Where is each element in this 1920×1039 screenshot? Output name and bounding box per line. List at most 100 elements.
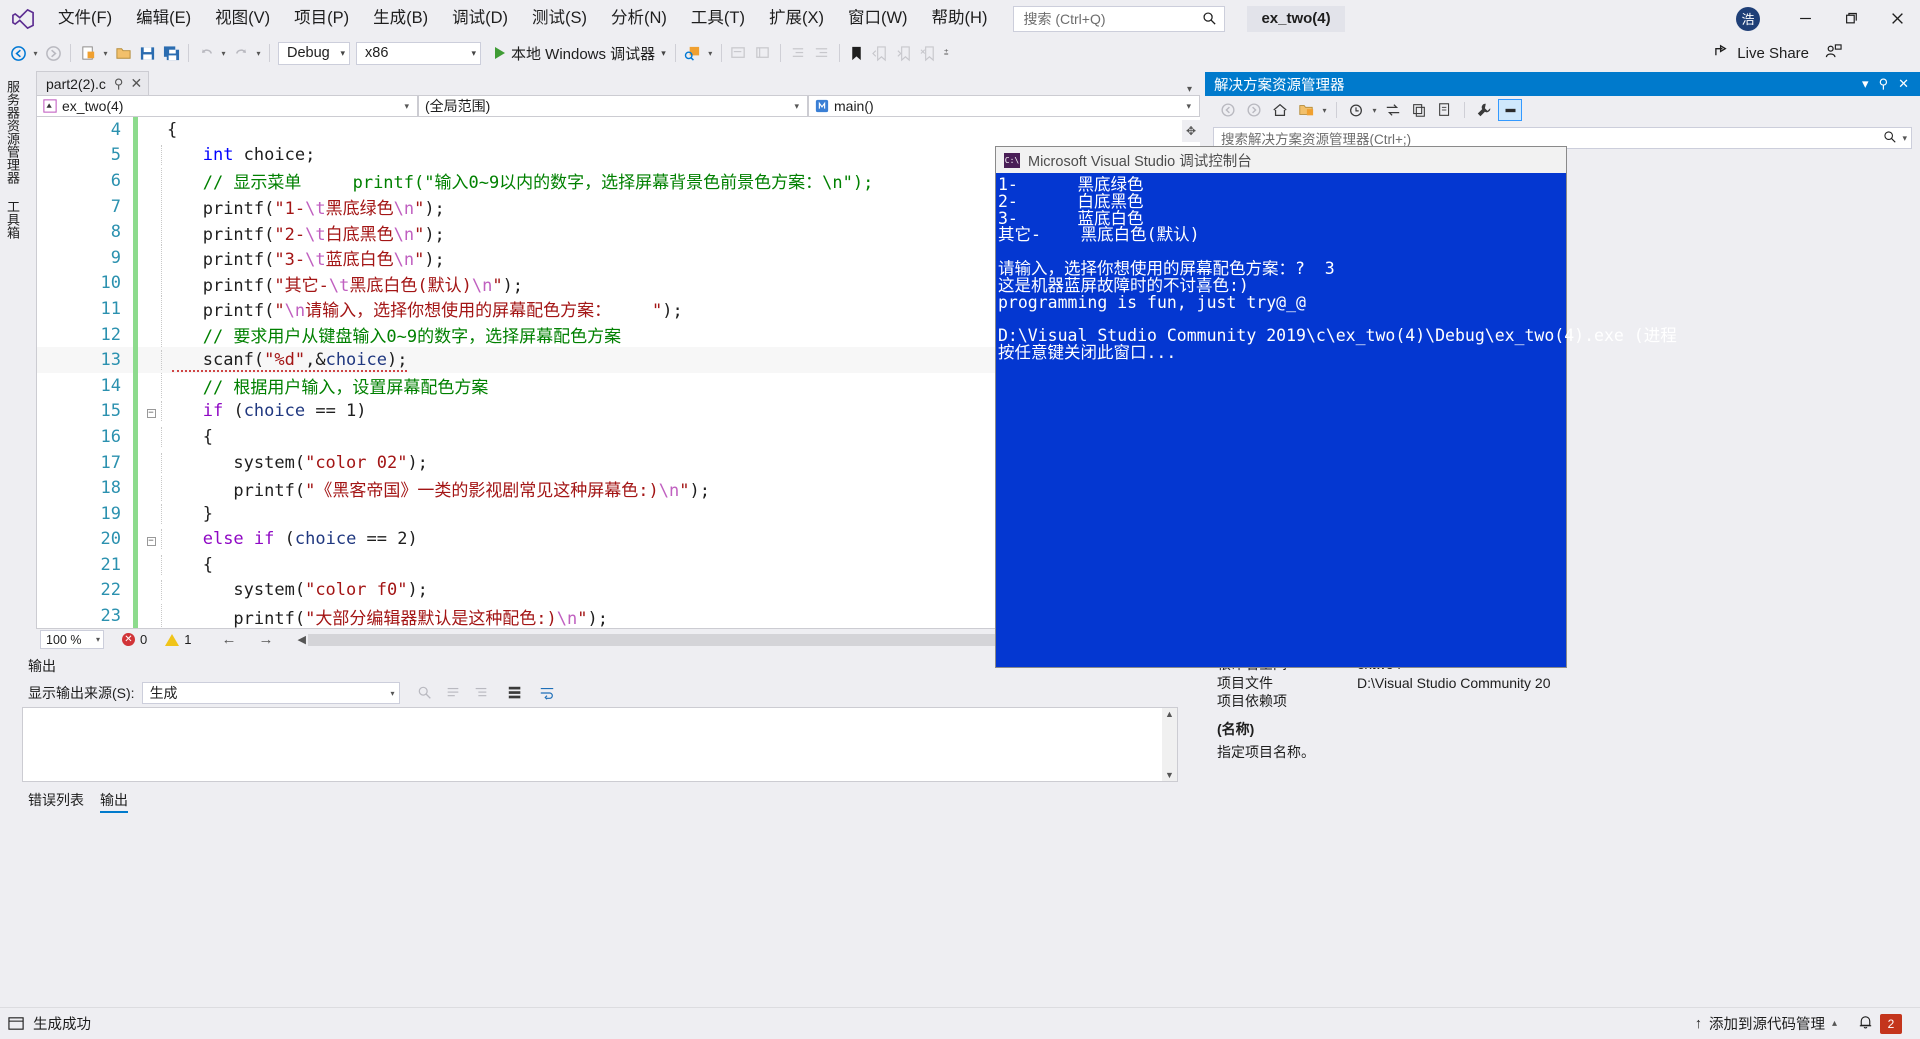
clear-all-icon[interactable] <box>504 683 526 703</box>
document-tab-part2[interactable]: part2(2).c ⚲ ✕ <box>36 71 150 95</box>
undo-dropdown-icon[interactable]: ▾ <box>218 41 229 65</box>
tab-overflow-icon[interactable]: ▾ <box>1187 84 1200 95</box>
undo-icon[interactable] <box>195 41 217 65</box>
previous-bookmark-icon[interactable] <box>870 41 892 65</box>
notifications-item[interactable]: 2 <box>1847 1013 1912 1034</box>
comment-selection-icon[interactable] <box>728 41 750 65</box>
se-pending-dropdown-icon[interactable]: ▾ <box>1369 98 1380 122</box>
chevron-down-icon-out[interactable]: ▾ <box>391 689 395 698</box>
new-project-dropdown-icon[interactable]: ▾ <box>100 41 111 65</box>
menu-file[interactable]: 文件(F) <box>47 6 123 31</box>
attach-to-process-icon[interactable] <box>682 41 704 65</box>
active-project-chip[interactable]: ex_two(4) <box>1247 5 1345 32</box>
close-icon[interactable]: ✕ <box>130 75 142 92</box>
search-icon-se[interactable] <box>1883 130 1897 147</box>
panel-pin-icon[interactable]: ⚲ <box>1874 76 1894 92</box>
vtab-server-explorer[interactable]: 服务器资源管理器 <box>0 72 25 192</box>
new-project-icon[interactable] <box>77 41 99 65</box>
menu-build[interactable]: 生成(B) <box>362 6 439 31</box>
redo-icon[interactable] <box>230 41 252 65</box>
nav-next-issue-icon[interactable]: → <box>258 631 273 648</box>
minimize-button[interactable] <box>1782 0 1828 37</box>
increase-indent-icon[interactable] <box>811 41 833 65</box>
error-count-chip[interactable]: ✕ 0 <box>122 632 147 647</box>
hscroll-left-icon[interactable]: ◀ <box>297 633 305 646</box>
source-control-item[interactable]: ↑ 添加到源代码管理 ▴ <box>1685 1013 1847 1034</box>
se-properties-icon[interactable] <box>1472 99 1496 121</box>
uncomment-selection-icon[interactable] <box>752 41 774 65</box>
navigate-back-dropdown-icon[interactable]: ▾ <box>30 41 41 65</box>
solution-explorer-search-input[interactable]: 搜索解决方案资源管理器(Ctrl+;) ▾ <box>1213 127 1912 149</box>
nav-scope-combo[interactable]: (全局范围) ▾ <box>418 95 808 117</box>
se-refresh-icon[interactable] <box>1407 99 1431 121</box>
fold-collapse-icon[interactable]: − <box>141 533 161 546</box>
menu-tools[interactable]: 工具(T) <box>680 6 756 31</box>
toggle-bookmark-icon[interactable] <box>846 41 868 65</box>
output-vertical-scrollbar[interactable]: ▲ ▼ <box>1162 708 1177 781</box>
chevron-down-icon-zoom[interactable]: ▾ <box>96 635 100 644</box>
se-search-dropdown-icon[interactable]: ▾ <box>1897 133 1907 144</box>
close-button[interactable] <box>1874 0 1920 37</box>
find-message-icon[interactable] <box>414 683 436 703</box>
se-home-icon[interactable] <box>1268 99 1292 121</box>
navigate-back-icon[interactable] <box>7 41 29 65</box>
menu-analyze[interactable]: 分析(N) <box>600 6 678 31</box>
save-all-icon[interactable] <box>160 41 182 65</box>
panel-close-icon[interactable]: ✕ <box>1893 76 1914 92</box>
chevron-down-icon-nav1[interactable]: ▾ <box>400 101 413 112</box>
menu-help[interactable]: 帮助(H) <box>921 6 999 31</box>
property-row[interactable]: 项目文件 D:\Visual Studio Community 20 <box>1205 674 1920 693</box>
solution-platform-combo[interactable]: x86 ▾ <box>356 41 481 65</box>
se-show-all-files-icon[interactable] <box>1433 99 1457 121</box>
next-bookmark-icon[interactable] <box>894 41 916 65</box>
nav-member-combo[interactable]: main() ▾ <box>808 95 1200 117</box>
menu-window[interactable]: 窗口(W) <box>837 6 919 31</box>
panel-dropdown-icon[interactable]: ▾ <box>1857 76 1874 92</box>
output-scroll-down-icon[interactable]: ▼ <box>1162 769 1177 781</box>
maximize-button[interactable] <box>1828 0 1874 37</box>
editor-split-grip[interactable]: ✥ <box>1182 120 1200 142</box>
se-preview-selected-icon[interactable] <box>1498 99 1522 121</box>
fold-collapse-icon[interactable]: − <box>141 405 161 418</box>
attach-dropdown-icon[interactable]: ▾ <box>705 41 716 65</box>
menu-edit[interactable]: 编辑(E) <box>125 6 202 31</box>
toggle-word-wrap-icon[interactable] <box>536 683 558 703</box>
zoom-level-combo[interactable]: 100 % ▾ <box>40 630 104 649</box>
share-people-icon[interactable] <box>1825 43 1842 64</box>
tab-output[interactable]: 输出 <box>100 790 128 813</box>
open-file-icon[interactable] <box>112 41 134 65</box>
code-line[interactable]: 4{ <box>37 117 1200 143</box>
start-debugging-button[interactable]: 本地 Windows 调试器 ▾ <box>490 41 670 65</box>
tab-error-list[interactable]: 错误列表 <box>28 790 84 813</box>
clear-bookmarks-icon[interactable] <box>918 41 940 65</box>
nav-prev-issue-icon[interactable]: ← <box>221 631 236 648</box>
vtab-toolbox[interactable]: 工具箱 <box>0 192 25 247</box>
se-new-folder-icon[interactable] <box>1294 99 1318 121</box>
go-to-next-message-icon[interactable] <box>470 683 492 703</box>
debug-console-window[interactable]: C:\ Microsoft Visual Studio 调试控制台 1- 黑底绿… <box>996 147 1677 667</box>
output-scroll-up-icon[interactable]: ▲ <box>1162 708 1177 720</box>
chevron-down-icon-nav2[interactable]: ▾ <box>790 101 803 112</box>
save-icon[interactable] <box>136 41 158 65</box>
menu-view[interactable]: 视图(V) <box>204 6 281 31</box>
avatar[interactable]: 浩 <box>1736 6 1760 31</box>
se-pending-changes-icon[interactable] <box>1344 99 1368 121</box>
global-search-input[interactable]: 搜索 (Ctrl+Q) <box>1013 5 1226 32</box>
redo-dropdown-icon[interactable]: ▾ <box>253 41 264 65</box>
menu-test[interactable]: 测试(S) <box>521 6 598 31</box>
chevron-down-icon-nav3[interactable]: ▾ <box>1182 101 1195 112</box>
warning-count-chip[interactable]: 1 <box>165 632 191 647</box>
navigate-forward-icon[interactable] <box>42 41 64 65</box>
se-back-icon[interactable] <box>1216 99 1240 121</box>
menu-extensions[interactable]: 扩展(X) <box>758 6 835 31</box>
se-new-folder-dropdown-icon[interactable]: ▾ <box>1319 98 1330 122</box>
output-text-area[interactable]: ▲ ▼ <box>22 707 1178 782</box>
se-forward-icon[interactable] <box>1242 99 1266 121</box>
output-source-combo[interactable]: 生成 ▾ <box>141 682 400 704</box>
menu-debug[interactable]: 调试(D) <box>441 6 519 31</box>
nav-project-combo[interactable]: ex_two(4) ▾ <box>36 95 418 117</box>
live-share-button[interactable]: Live Share <box>1714 38 1842 68</box>
decrease-indent-icon[interactable] <box>787 41 809 65</box>
menu-project[interactable]: 项目(P) <box>283 6 360 31</box>
pin-icon[interactable]: ⚲ <box>114 76 124 92</box>
